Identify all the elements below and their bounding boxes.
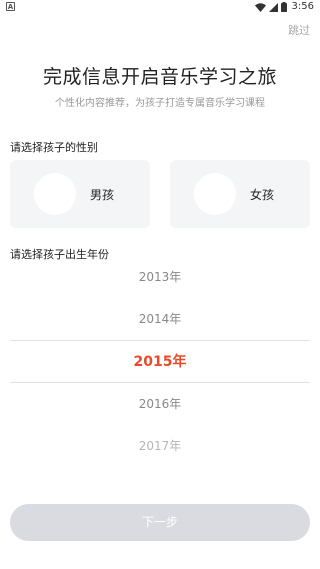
year-option-selected[interactable]: 2015年 [10,340,310,383]
boy-avatar [34,173,76,215]
year-option[interactable]: 2013年 [10,256,310,298]
year-picker[interactable]: 2013年 2014年 2015年 2016年 2017年 [10,256,310,456]
gender-option-girl[interactable]: 女孩 [170,160,310,228]
gender-option-label: 女孩 [250,187,275,202]
battery-icon [280,2,287,12]
page-title: 完成信息开启音乐学习之旅 [42,66,277,88]
signal-icon [268,2,278,12]
gender-option-label: 男孩 [90,187,115,202]
skip-button[interactable]: 跳过 [288,22,310,38]
notification-a-icon: A [6,2,15,11]
year-option[interactable]: 2017年 [10,425,310,456]
status-icons: 3:56 [254,1,314,13]
next-button[interactable]: 下一步 [10,504,310,541]
page-subtitle: 个性化内容推荐，为孩子打造专属音乐学习课程 [55,98,265,109]
year-option[interactable]: 2014年 [10,298,310,340]
status-bar: A 3:56 [0,0,320,14]
status-time: 3:56 [291,1,314,12]
year-option[interactable]: 2016年 [10,383,310,425]
gender-section-label: 请选择孩子的性别 [10,141,98,154]
gender-option-boy[interactable]: 男孩 [10,160,150,228]
girl-avatar [194,173,236,215]
wifi-icon [254,2,266,12]
